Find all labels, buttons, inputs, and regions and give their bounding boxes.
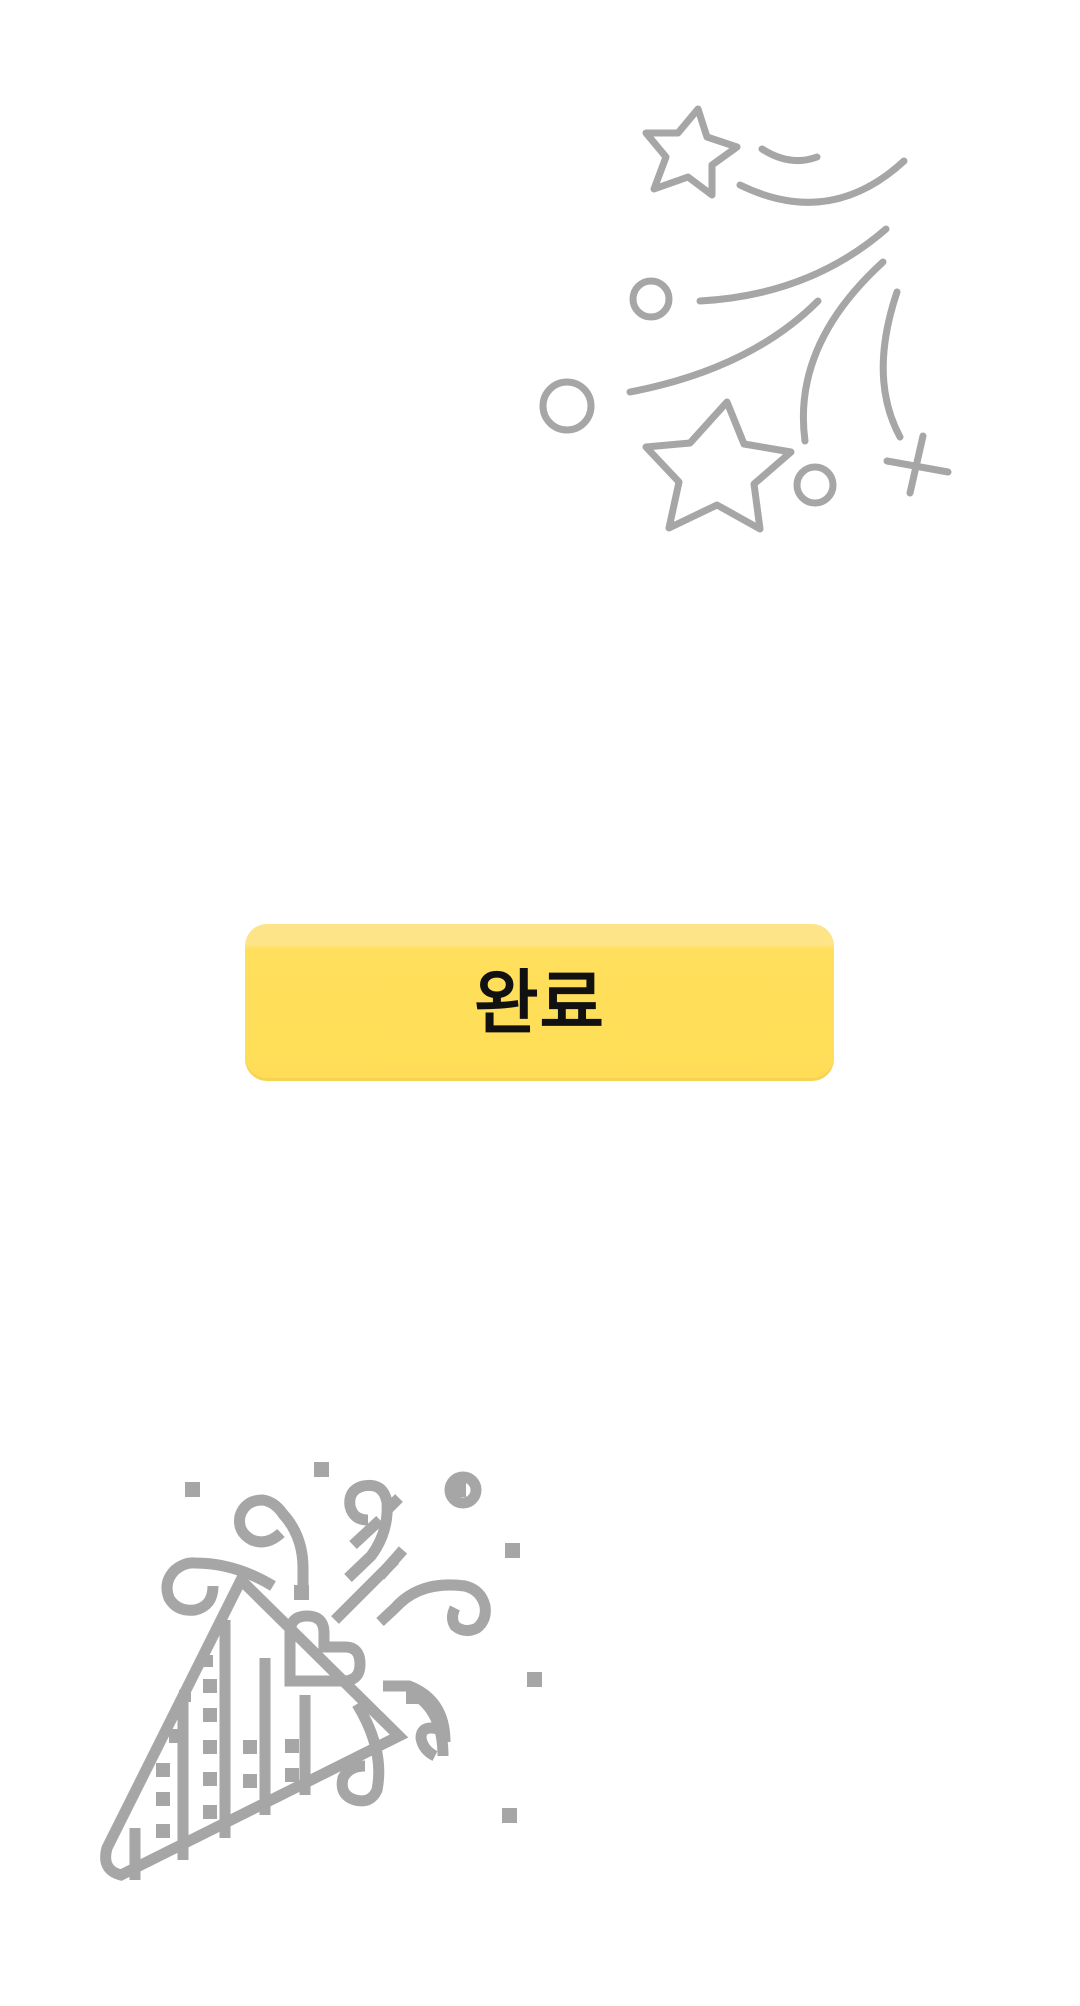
fireworks-icon — [539, 105, 952, 533]
done-button-label: 완료 — [474, 961, 605, 1044]
done-button[interactable]: 완료 — [245, 924, 834, 1081]
party-popper-icon — [100, 1462, 542, 1881]
completion-screen: 완료 — [0, 0, 1080, 2006]
